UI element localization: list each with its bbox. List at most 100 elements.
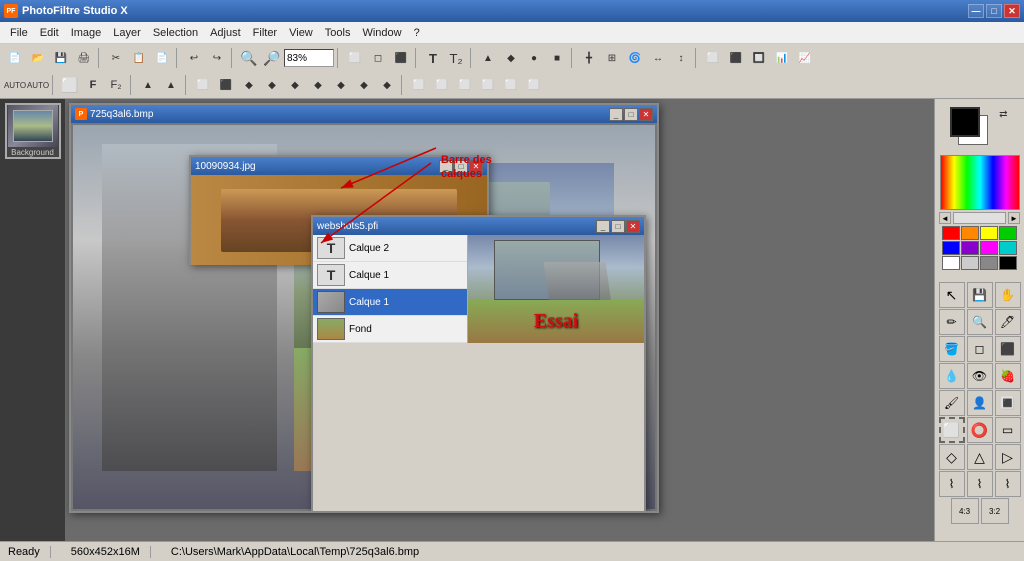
swap-colors-icon[interactable]: ⇄ [999, 109, 1007, 120]
palette-scroll-right[interactable]: ► [1008, 212, 1020, 224]
tb2-auto2[interactable]: AUTO [27, 74, 49, 96]
menu-edit[interactable]: Edit [34, 25, 65, 41]
swatch-red[interactable] [942, 226, 960, 240]
tool-tri[interactable]: △ [967, 444, 993, 470]
menu-window[interactable]: Window [356, 25, 407, 41]
swatch-purple[interactable] [961, 241, 979, 255]
tool-face[interactable]: 👤 [967, 390, 993, 416]
pfi-doc-controls[interactable]: _ □ ✕ [596, 220, 640, 233]
tool-save[interactable]: 💾 [967, 282, 993, 308]
tb2-b8[interactable]: ◆ [353, 74, 375, 96]
menu-adjust[interactable]: Adjust [204, 25, 247, 41]
tool-paint[interactable]: 🖌 [939, 390, 965, 416]
palette-scroll-left[interactable]: ◄ [939, 212, 951, 224]
tb2-c5[interactable]: ⬜ [500, 74, 522, 96]
tb-deselect[interactable]: ◻ [367, 47, 389, 69]
swatch-yellow[interactable] [980, 226, 998, 240]
tb-fliph[interactable]: ↔ [647, 47, 669, 69]
tb-diamond[interactable]: ◆ [500, 47, 522, 69]
tb-effect2[interactable]: ⬛ [725, 47, 747, 69]
doc-maximize-btn[interactable]: □ [624, 108, 638, 121]
tb2-b4[interactable]: ◆ [261, 74, 283, 96]
tool-ratio1[interactable]: 4:3 [951, 498, 979, 524]
tool-stamp[interactable]: 🍓 [995, 363, 1021, 389]
tool-brush[interactable]: 🖊 [995, 309, 1021, 335]
doc-minimize-btn[interactable]: _ [609, 108, 623, 121]
tb-paste[interactable]: 📄 [151, 47, 173, 69]
doc-close-btn[interactable]: ✕ [639, 108, 653, 121]
tool-fill[interactable]: 🪣 [939, 336, 965, 362]
maximize-button[interactable]: □ [986, 4, 1002, 18]
menu-view[interactable]: View [283, 25, 319, 41]
tool-drop[interactable]: 💧 [939, 363, 965, 389]
tool-poly[interactable]: ⌇ [967, 471, 993, 497]
tb-invert[interactable]: ⬛ [390, 47, 412, 69]
tb-zoom-in[interactable]: 🔎 [261, 47, 283, 69]
layer-row-fond[interactable]: Fond [313, 316, 467, 343]
tb-open[interactable]: 📂 [27, 47, 49, 69]
tb2-b7[interactable]: ◆ [330, 74, 352, 96]
tb2-c3[interactable]: ⬜ [454, 74, 476, 96]
tb-redo[interactable]: ↪ [206, 47, 228, 69]
tb2-auto1[interactable]: AUTO [4, 74, 26, 96]
tb2-f1[interactable]: F [82, 74, 104, 96]
menu-tools[interactable]: Tools [319, 25, 357, 41]
tool-rect-select[interactable]: ⬜ [939, 417, 965, 443]
color-spectrum[interactable] [940, 155, 1020, 210]
main-doc-controls[interactable]: _ □ ✕ [609, 108, 653, 121]
tb-text2[interactable]: T₂ [445, 47, 467, 69]
tb2-c2[interactable]: ⬜ [431, 74, 453, 96]
tb-table[interactable]: ⊞ [601, 47, 623, 69]
tb-square[interactable]: ■ [546, 47, 568, 69]
tb-effect4[interactable]: 📊 [771, 47, 793, 69]
tb2-rect[interactable]: ⬜ [59, 74, 81, 96]
swatch-gray[interactable] [980, 256, 998, 270]
swatch-black[interactable] [999, 256, 1017, 270]
swatch-blue[interactable] [942, 241, 960, 255]
tb2-f2[interactable]: F₂ [105, 74, 127, 96]
tool-eye[interactable]: 👁 [967, 363, 993, 389]
main-color-selector[interactable]: ⇄ [950, 107, 1010, 151]
tb-effect5[interactable]: 📈 [794, 47, 816, 69]
window-controls[interactable]: — □ ✕ [968, 4, 1020, 18]
swatch-magenta[interactable] [980, 241, 998, 255]
tb-select-all[interactable]: ⬜ [344, 47, 366, 69]
pfi-minimize-btn[interactable]: _ [596, 220, 610, 233]
tool-lasso[interactable]: ⌇ [939, 471, 965, 497]
swatch-ltgray[interactable] [961, 256, 979, 270]
tb2-b5[interactable]: ◆ [284, 74, 306, 96]
tool-magic[interactable]: ⌇ [995, 471, 1021, 497]
canvas-area[interactable]: P 725q3al6.bmp _ □ ✕ [65, 99, 934, 541]
tb-undo[interactable]: ↩ [183, 47, 205, 69]
tb-cut[interactable]: ✂ [105, 47, 127, 69]
menu-filter[interactable]: Filter [247, 25, 283, 41]
tb-spiral[interactable]: 🌀 [624, 47, 646, 69]
tb2-c4[interactable]: ⬜ [477, 74, 499, 96]
tb-triangle[interactable]: ▲ [477, 47, 499, 69]
tb-text[interactable]: T [422, 47, 444, 69]
pfi-close-btn[interactable]: ✕ [626, 220, 640, 233]
tb-zoom-out[interactable]: 🔍 [238, 47, 260, 69]
swatch-white[interactable] [942, 256, 960, 270]
tool-hand[interactable]: ✋ [995, 282, 1021, 308]
tb-new[interactable]: 📄 [4, 47, 26, 69]
menu-selection[interactable]: Selection [147, 25, 204, 41]
tb-grid[interactable]: ╋ [578, 47, 600, 69]
tb2-b2[interactable]: ⬛ [215, 74, 237, 96]
tool-ellipse[interactable]: ⭕ [967, 417, 993, 443]
minimize-button[interactable]: — [968, 4, 984, 18]
tb2-b3[interactable]: ◆ [238, 74, 260, 96]
tb2-b9[interactable]: ◆ [376, 74, 398, 96]
tb-circle[interactable]: ● [523, 47, 545, 69]
tb2-b6[interactable]: ◆ [307, 74, 329, 96]
zoom-input[interactable]: 83% [284, 49, 334, 67]
menu-layer[interactable]: Layer [107, 25, 147, 41]
tb2-b1[interactable]: ⬜ [192, 74, 214, 96]
swatch-green[interactable] [999, 226, 1017, 240]
tool-pencil[interactable]: ✏ [939, 309, 965, 335]
tb2-tr2[interactable]: ▲ [160, 74, 182, 96]
pfi-restore-btn[interactable]: □ [611, 220, 625, 233]
menu-help[interactable]: ? [408, 25, 426, 41]
fg-color-box[interactable] [950, 107, 980, 137]
tb2-c1[interactable]: ⬜ [408, 74, 430, 96]
